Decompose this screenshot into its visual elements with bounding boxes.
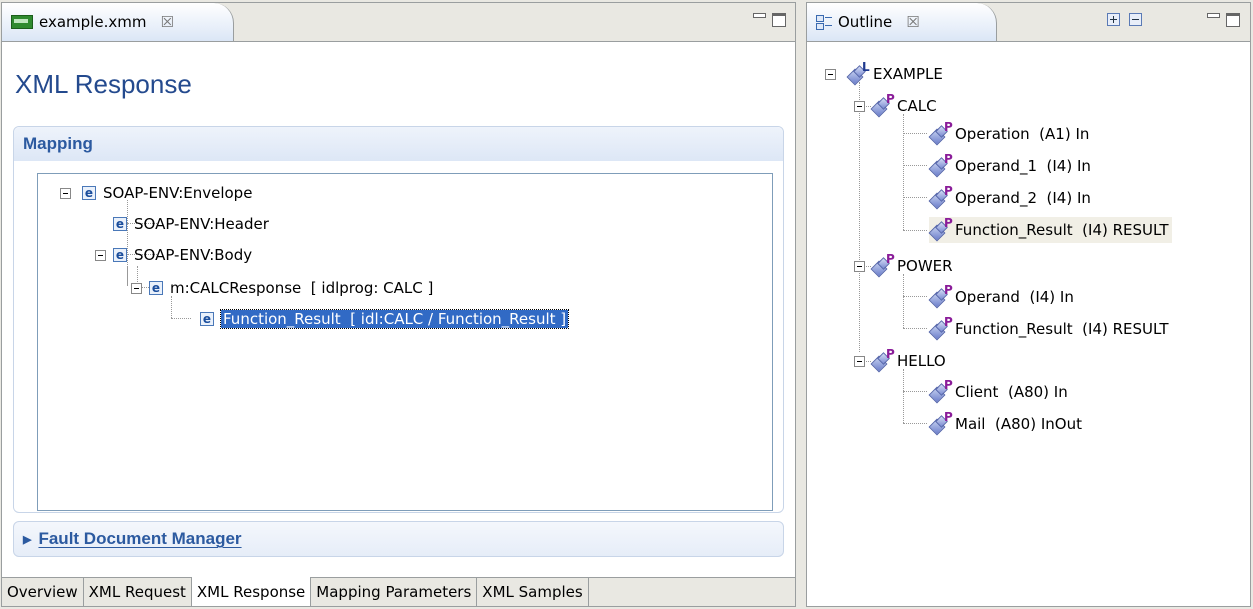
program-icon: P (870, 92, 895, 118)
outline-node-parameter[interactable]: P Operation (A1) In (928, 120, 1090, 146)
outline-node-label: Operation (A1) In (955, 125, 1090, 143)
element-icon: e (149, 281, 163, 295)
outline-node-calc[interactable]: P CALC (854, 92, 937, 118)
outline-node-parameter[interactable]: P Function_Result (I4) RESULT (928, 315, 1169, 341)
parameter-icon: P (928, 120, 953, 146)
outline-tab-strip: Outline ☒ (807, 3, 1250, 42)
form-title: XML Response (15, 69, 192, 99)
outline-node-label: Function_Result (I4) RESULT (955, 320, 1169, 338)
collapse-icon[interactable] (95, 249, 106, 261)
element-icon: e (113, 217, 127, 231)
expand-triangle-icon[interactable]: ▶ (23, 533, 31, 546)
collapse-icon[interactable] (854, 100, 865, 112)
collapse-all-icon[interactable] (1129, 13, 1142, 26)
close-icon[interactable]: ☒ (906, 13, 919, 31)
maximize-icon[interactable] (1225, 12, 1241, 27)
outline-icon (816, 15, 832, 30)
minimize-icon[interactable] (1205, 12, 1221, 27)
collapse-icon[interactable] (60, 187, 71, 199)
outline-node-label: Function_Result (I4) RESULT (955, 221, 1169, 239)
outline-tab-label: Outline (838, 13, 893, 31)
outline-node-label: Operand (I4) In (955, 288, 1074, 306)
outline-node-parameter[interactable]: P Operand_1 (I4) In (928, 152, 1091, 178)
outline-node-parameter-highlighted[interactable]: P Function_Result (I4) RESULT (928, 216, 1173, 243)
tree-node-label: m:CALCResponse [ idlprog: CALC ] (170, 279, 434, 297)
collapse-icon[interactable] (854, 260, 865, 272)
tree-node-label: SOAP-ENV:Header (134, 215, 269, 233)
parameter-icon: P (928, 378, 953, 404)
collapse-icon[interactable] (854, 355, 865, 367)
outline-node-example[interactable]: L EXAMPLE (825, 60, 943, 86)
collapse-icon[interactable] (131, 282, 142, 294)
program-icon: P (870, 252, 895, 278)
element-icon: e (82, 186, 96, 200)
outline-node-label: POWER (897, 257, 953, 275)
library-icon: L (846, 60, 870, 86)
parameter-icon: P (928, 152, 953, 178)
parameter-icon: P (928, 315, 953, 341)
fault-section-label: Fault Document Manager (38, 529, 242, 548)
outline-node-hello[interactable]: P HELLO (854, 347, 946, 373)
outline-tab[interactable]: Outline ☒ (807, 3, 997, 41)
tree-node-label-selected: Function_Result [ idl:CALC / Function_Re… (219, 309, 570, 329)
program-icon: P (870, 347, 895, 373)
outline-node-label: Operand_1 (I4) In (955, 157, 1091, 175)
expand-all-icon[interactable] (1107, 13, 1120, 26)
tab-xml-request[interactable]: XML Request (84, 578, 192, 606)
editor-panel: example.xmm ☒ XML Response Mapping e SOA… (1, 2, 796, 607)
outline-node-label: Mail (A80) InOut (955, 415, 1082, 433)
tree-node-label: SOAP-ENV:Envelope (103, 184, 253, 202)
outline-node-label: EXAMPLE (873, 65, 943, 83)
fault-document-manager-section[interactable]: ▶ Fault Document Manager (13, 521, 784, 557)
tree-node-body[interactable]: e SOAP-ENV:Body (95, 244, 252, 266)
maximize-icon[interactable] (771, 12, 787, 27)
tab-mapping-parameters[interactable]: Mapping Parameters (311, 578, 478, 606)
xml-mapping-file-icon (11, 15, 33, 29)
outline-panel: Outline ☒ L EXAMPLE P CALC P Operation (… (806, 2, 1251, 607)
mapping-section-header: Mapping (14, 127, 783, 161)
outline-node-parameter[interactable]: P Mail (A80) InOut (928, 410, 1082, 436)
editor-tab-label: example.xmm (39, 13, 147, 31)
parameter-icon: P (928, 184, 953, 210)
collapse-icon[interactable] (825, 68, 836, 80)
tree-node-header[interactable]: e SOAP-ENV:Header (113, 213, 269, 235)
outline-node-label: Operand_2 (I4) In (955, 189, 1091, 207)
outline-node-label: Client (A80) In (955, 383, 1068, 401)
outline-node-label: CALC (897, 97, 937, 115)
outline-node-parameter[interactable]: P Operand (I4) In (928, 283, 1074, 309)
tree-node-function-result[interactable]: e Function_Result [ idl:CALC / Function_… (200, 308, 570, 330)
mapping-section: Mapping e SOAP-ENV:Envelope e SOAP-ENV:H… (13, 126, 784, 513)
tab-overview[interactable]: Overview (2, 578, 84, 606)
close-icon[interactable]: ☒ (160, 13, 173, 31)
tree-node-label: SOAP-ENV:Body (134, 246, 253, 264)
editor-tab[interactable]: example.xmm ☒ (2, 3, 234, 41)
tree-node-envelope[interactable]: e SOAP-ENV:Envelope (60, 182, 252, 204)
fault-section-header[interactable]: ▶ Fault Document Manager (14, 522, 783, 556)
minimize-icon[interactable] (751, 12, 767, 27)
element-icon: e (113, 248, 127, 262)
tree-node-calcresponse[interactable]: e m:CALCResponse [ idlprog: CALC ] (131, 277, 433, 299)
parameter-icon: P (928, 216, 953, 242)
outline-node-label: HELLO (897, 352, 946, 370)
outline-node-parameter[interactable]: P Operand_2 (I4) In (928, 184, 1091, 210)
parameter-icon: P (928, 283, 953, 309)
mapping-tree[interactable]: e SOAP-ENV:Envelope e SOAP-ENV:Header e … (37, 173, 773, 511)
outline-node-parameter[interactable]: P Client (A80) In (928, 378, 1068, 404)
outline-node-power[interactable]: P POWER (854, 252, 953, 278)
element-icon: e (200, 312, 214, 326)
tab-xml-samples[interactable]: XML Samples (477, 578, 589, 606)
parameter-icon: P (928, 410, 953, 436)
tab-xml-response[interactable]: XML Response (191, 577, 312, 606)
editor-tab-strip: example.xmm ☒ (2, 3, 795, 42)
editor-page-tabs: Overview XML Request XML Response Mappin… (2, 577, 795, 606)
